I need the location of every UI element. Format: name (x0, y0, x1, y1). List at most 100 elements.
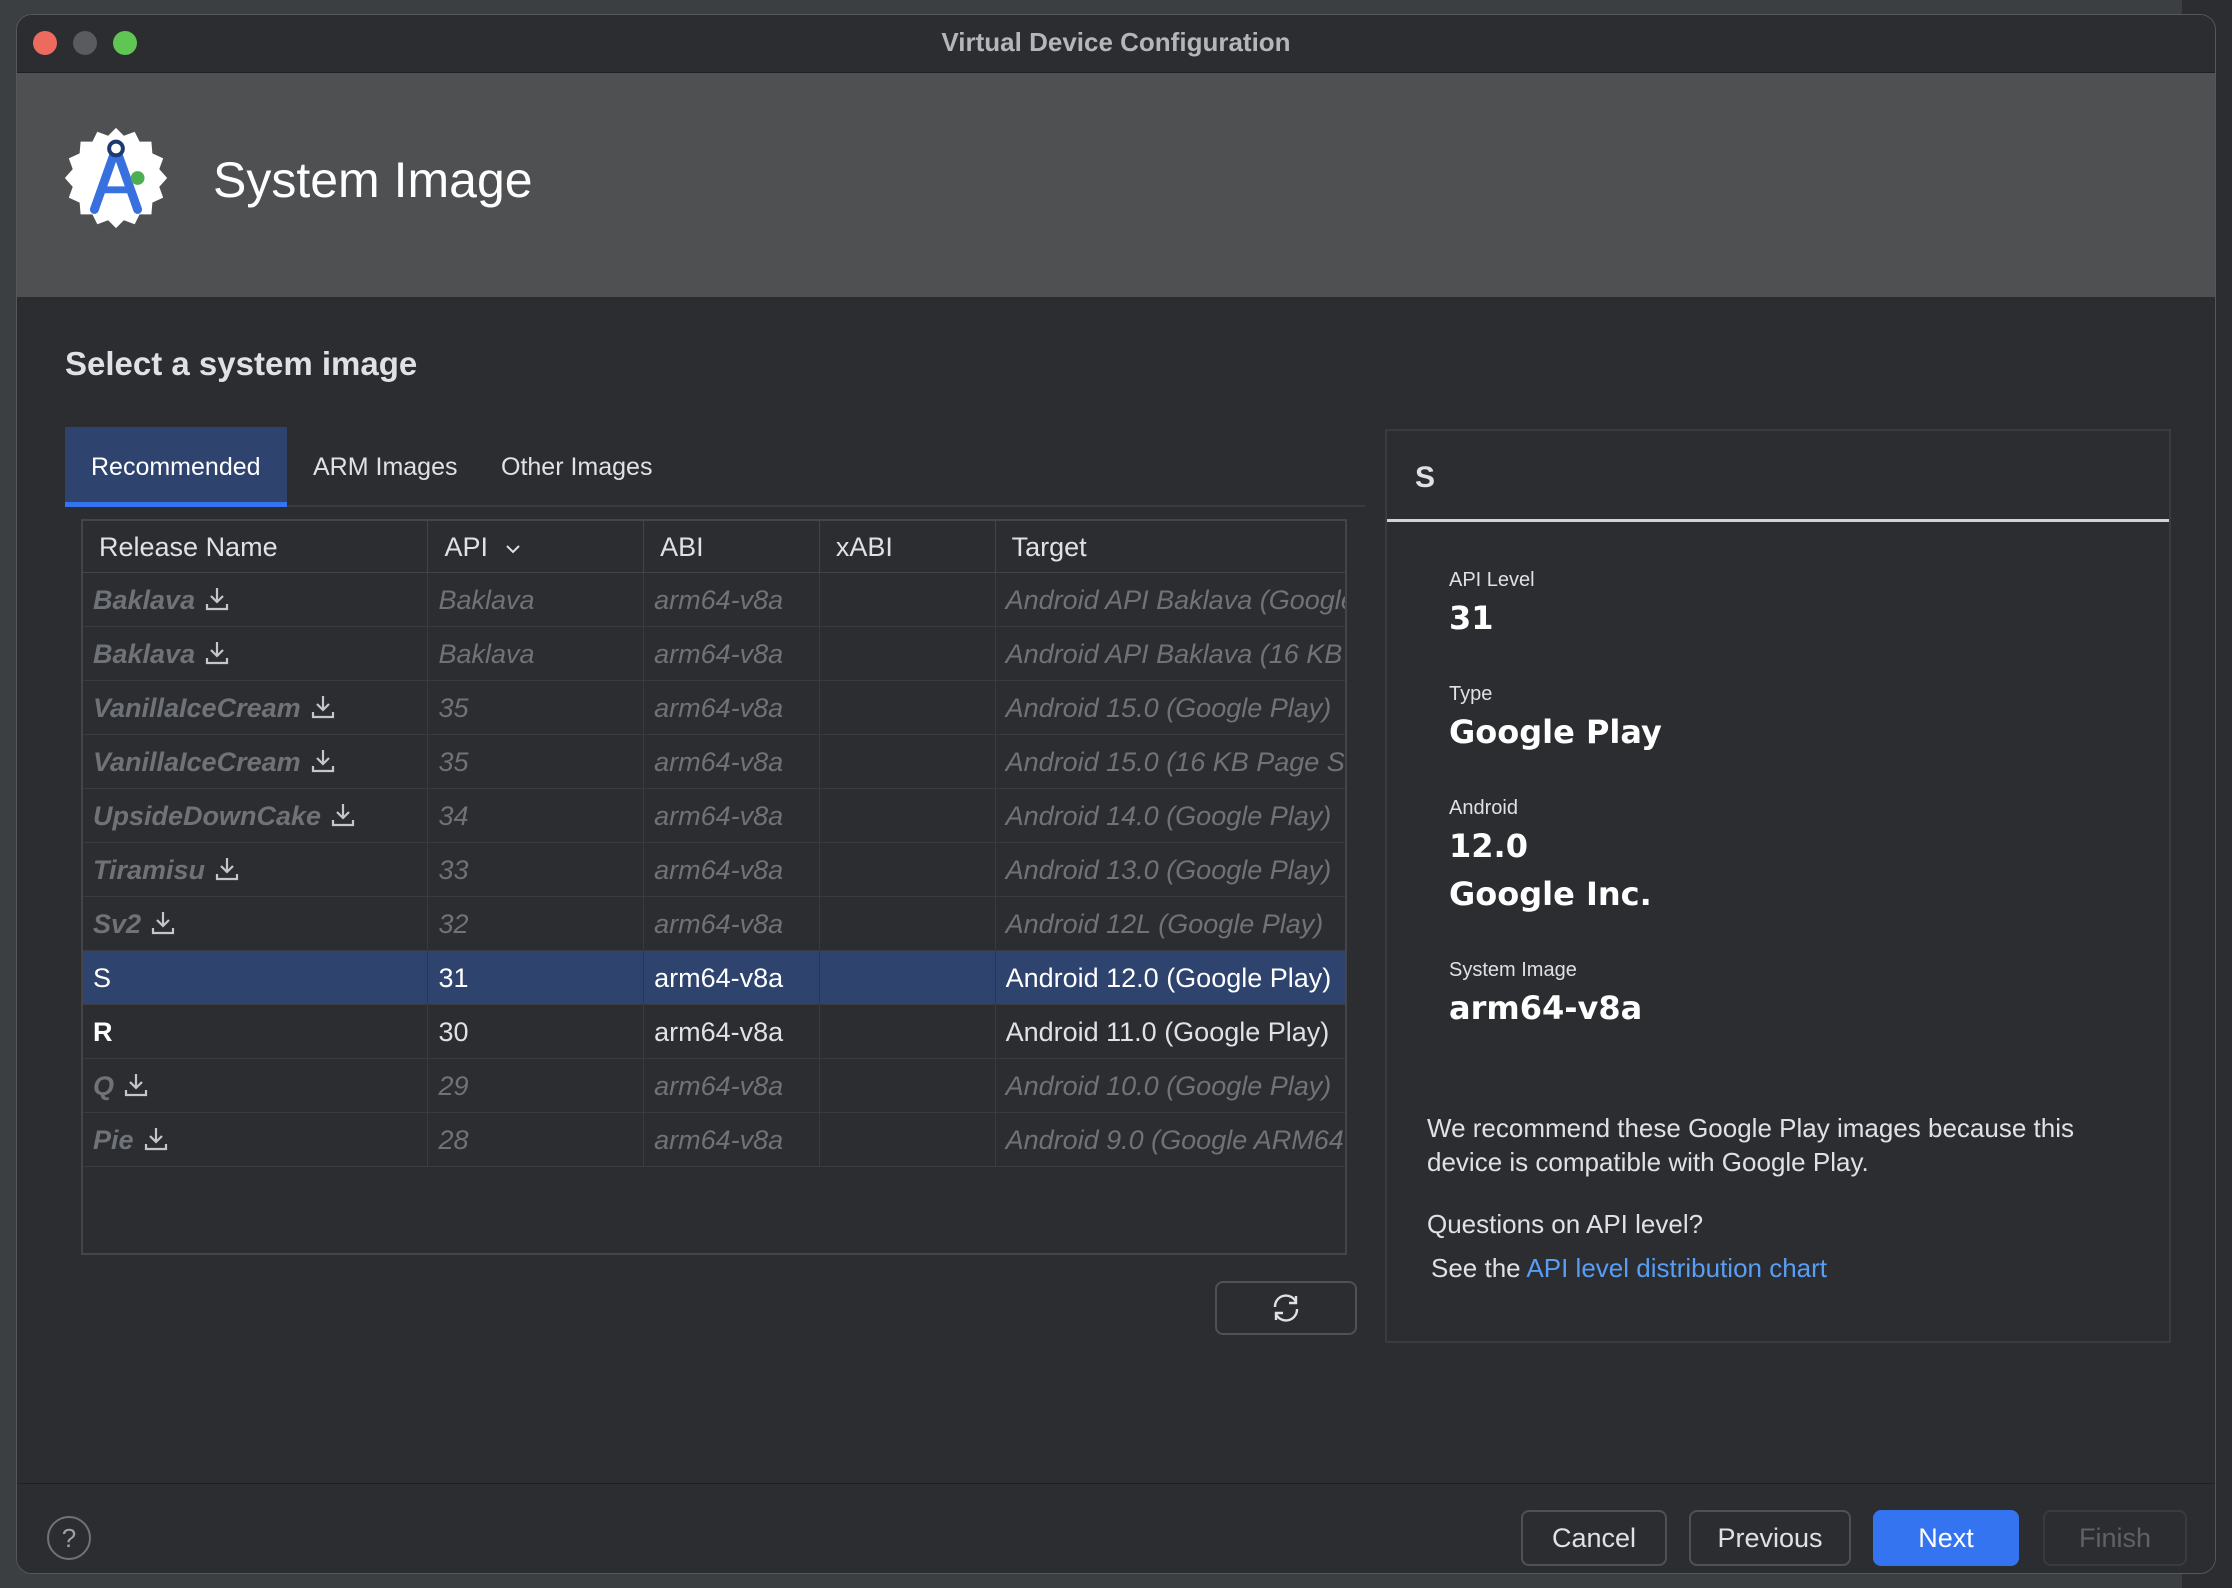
api-cell: 35 (428, 735, 645, 788)
table-row[interactable]: R 30 arm64-v8a Android 11.0 (Google Play) (83, 1005, 1345, 1059)
next-button[interactable]: Next (1873, 1510, 2019, 1566)
xabi-cell (820, 735, 996, 788)
table-row[interactable]: S 31 arm64-v8a Android 12.0 (Google Play) (83, 951, 1345, 1005)
target-cell-text: Android 11.0 (Google Play) (1005, 1017, 1330, 1047)
download-icon[interactable] (311, 694, 335, 720)
release-name-cell-text: R (93, 1017, 113, 1047)
download-icon[interactable] (311, 748, 335, 774)
target-cell-text: Android 15.0 (Google Play) (1005, 693, 1332, 723)
abi-cell: arm64-v8a (644, 1005, 820, 1058)
api-cell-text: 32 (438, 909, 469, 939)
target-cell-text: Android API Baklava (16 KB Page Size Goo… (1005, 639, 1345, 669)
tab-arm-images[interactable]: ARM Images (287, 427, 483, 507)
table-row[interactable]: Tiramisu 33 arm64-v8a Android 13.0 (Google … (83, 843, 1345, 897)
api-cell-text: Baklava (438, 585, 535, 615)
xabi-cell (820, 951, 996, 1004)
previous-button[interactable]: Previous (1689, 1510, 1851, 1566)
see-the-text: See the (1431, 1253, 1527, 1283)
release-name-cell-text: Sv2 (93, 909, 142, 939)
download-icon[interactable] (124, 1072, 148, 1098)
abi-cell-text: arm64-v8a (654, 639, 784, 669)
api-cell: 28 (428, 1113, 645, 1166)
content-area: Select a system image Recommended ARM Im… (17, 297, 2215, 1483)
tab-bar: Recommended ARM Images Other Images (65, 427, 1365, 507)
table-header: Release Name API ABI xABI Target (83, 521, 1345, 573)
column-header-api[interactable]: API (428, 521, 645, 572)
download-icon[interactable] (205, 640, 229, 666)
release-name-cell-text: Baklava (93, 639, 196, 669)
target-cell-text: Android 12.0 (Google Play) (1005, 963, 1332, 993)
api-cell-text: 34 (438, 801, 469, 831)
table-row[interactable]: VanillaIceCream 35 arm64-v8a Android 15.0 (… (83, 735, 1345, 789)
abi-cell: arm64-v8a (644, 951, 820, 1004)
api-cell: Baklava (428, 573, 645, 626)
download-icon[interactable] (331, 802, 355, 828)
release-name-cell: S (83, 951, 429, 1004)
target-cell: Android 15.0 (16 KB Page Size Google Pla… (996, 735, 1345, 788)
release-name-cell: UpsideDownCake (83, 789, 429, 842)
finish-button: Finish (2043, 1510, 2187, 1566)
table-row[interactable]: Baklava Baklava arm64-v8a Android API Bakla… (83, 573, 1345, 627)
target-cell-text: Android 10.0 (Google Play) (1005, 1071, 1332, 1101)
target-cell-text: Android 12L (Google Play) (1005, 909, 1324, 939)
xabi-cell (820, 681, 996, 734)
api-chart-line: See the API level distribution chart (1431, 1251, 2151, 1285)
api-cell: Baklava (428, 627, 645, 680)
details-divider (1387, 519, 2169, 522)
abi-cell-text: arm64-v8a (654, 909, 784, 939)
table-row[interactable]: Q 29 arm64-v8a Android 10.0 (Google Play) (83, 1059, 1345, 1113)
tab-other-images[interactable]: Other Images (475, 427, 678, 507)
target-cell: Android API Baklava (16 KB Page Size Goo… (996, 627, 1345, 680)
tab-recommended[interactable]: Recommended (65, 427, 287, 507)
release-name-cell: Baklava (83, 627, 429, 680)
table-row[interactable]: VanillaIceCream 35 arm64-v8a Android 15.0 (… (83, 681, 1345, 735)
xabi-cell (820, 627, 996, 680)
target-cell: Android 13.0 (Google Play) (996, 843, 1345, 896)
release-name-cell: R (83, 1005, 429, 1058)
refresh-button[interactable] (1215, 1281, 1357, 1335)
release-name-cell: Tiramisu (83, 843, 429, 896)
column-header-xabi[interactable]: xABI (820, 521, 996, 572)
release-name-cell-text: Tiramisu (93, 855, 206, 885)
abi-cell-text: arm64-v8a (654, 801, 784, 831)
help-button[interactable]: ? (47, 1516, 91, 1560)
table-row[interactable]: Sv2 32 arm64-v8a Android 12L (Google Play) (83, 897, 1345, 951)
abi-cell-text: arm64-v8a (654, 855, 784, 885)
download-icon[interactable] (151, 910, 175, 936)
dialog-window: Virtual Device Configuration System Imag… (16, 14, 2216, 1574)
release-name-cell-text: VanillaIceCream (93, 693, 301, 723)
api-cell-text: 35 (438, 747, 469, 777)
window-title: Virtual Device Configuration (941, 27, 1291, 57)
cancel-button[interactable]: Cancel (1521, 1510, 1667, 1566)
table-row[interactable]: UpsideDownCake 34 arm64-v8a Android 14.0 (G… (83, 789, 1345, 843)
column-header-target[interactable]: Target (996, 521, 1345, 572)
release-name-cell: Baklava (83, 573, 429, 626)
xabi-cell (820, 1113, 996, 1166)
download-icon[interactable] (144, 1126, 168, 1152)
download-icon[interactable] (215, 856, 239, 882)
target-cell: Android 11.0 (Google Play) (996, 1005, 1345, 1058)
release-name-cell-text: Baklava (93, 585, 196, 615)
details-panel: S API Level 31 Type Google Play Android … (1385, 429, 2171, 1343)
abi-cell: arm64-v8a (644, 897, 820, 950)
column-header-api-label: API (444, 532, 488, 562)
api-cell: 35 (428, 681, 645, 734)
api-cell-text: 29 (438, 1071, 469, 1101)
api-level-distribution-link[interactable]: API level distribution chart (1526, 1253, 1827, 1283)
table-row[interactable]: Baklava Baklava arm64-v8a Android API Bakla… (83, 627, 1345, 681)
abi-cell: arm64-v8a (644, 789, 820, 842)
column-header-release-name[interactable]: Release Name (83, 521, 429, 572)
chevron-down-icon (506, 545, 521, 554)
api-cell-text: 35 (438, 693, 469, 723)
api-cell: 29 (428, 1059, 645, 1112)
release-name-cell: Pie (83, 1113, 429, 1166)
download-icon[interactable] (205, 586, 229, 612)
release-name-cell-text: VanillaIceCream (93, 747, 301, 777)
column-header-abi[interactable]: ABI (644, 521, 820, 572)
xabi-cell (820, 573, 996, 626)
target-cell: Android 15.0 (Google Play) (996, 681, 1345, 734)
release-name-cell: VanillaIceCream (83, 735, 429, 788)
table-row[interactable]: Pie 28 arm64-v8a Android 9.0 (Google ARM64-… (83, 1113, 1345, 1167)
api-cell-text: 31 (438, 963, 469, 993)
xabi-cell (820, 789, 996, 842)
